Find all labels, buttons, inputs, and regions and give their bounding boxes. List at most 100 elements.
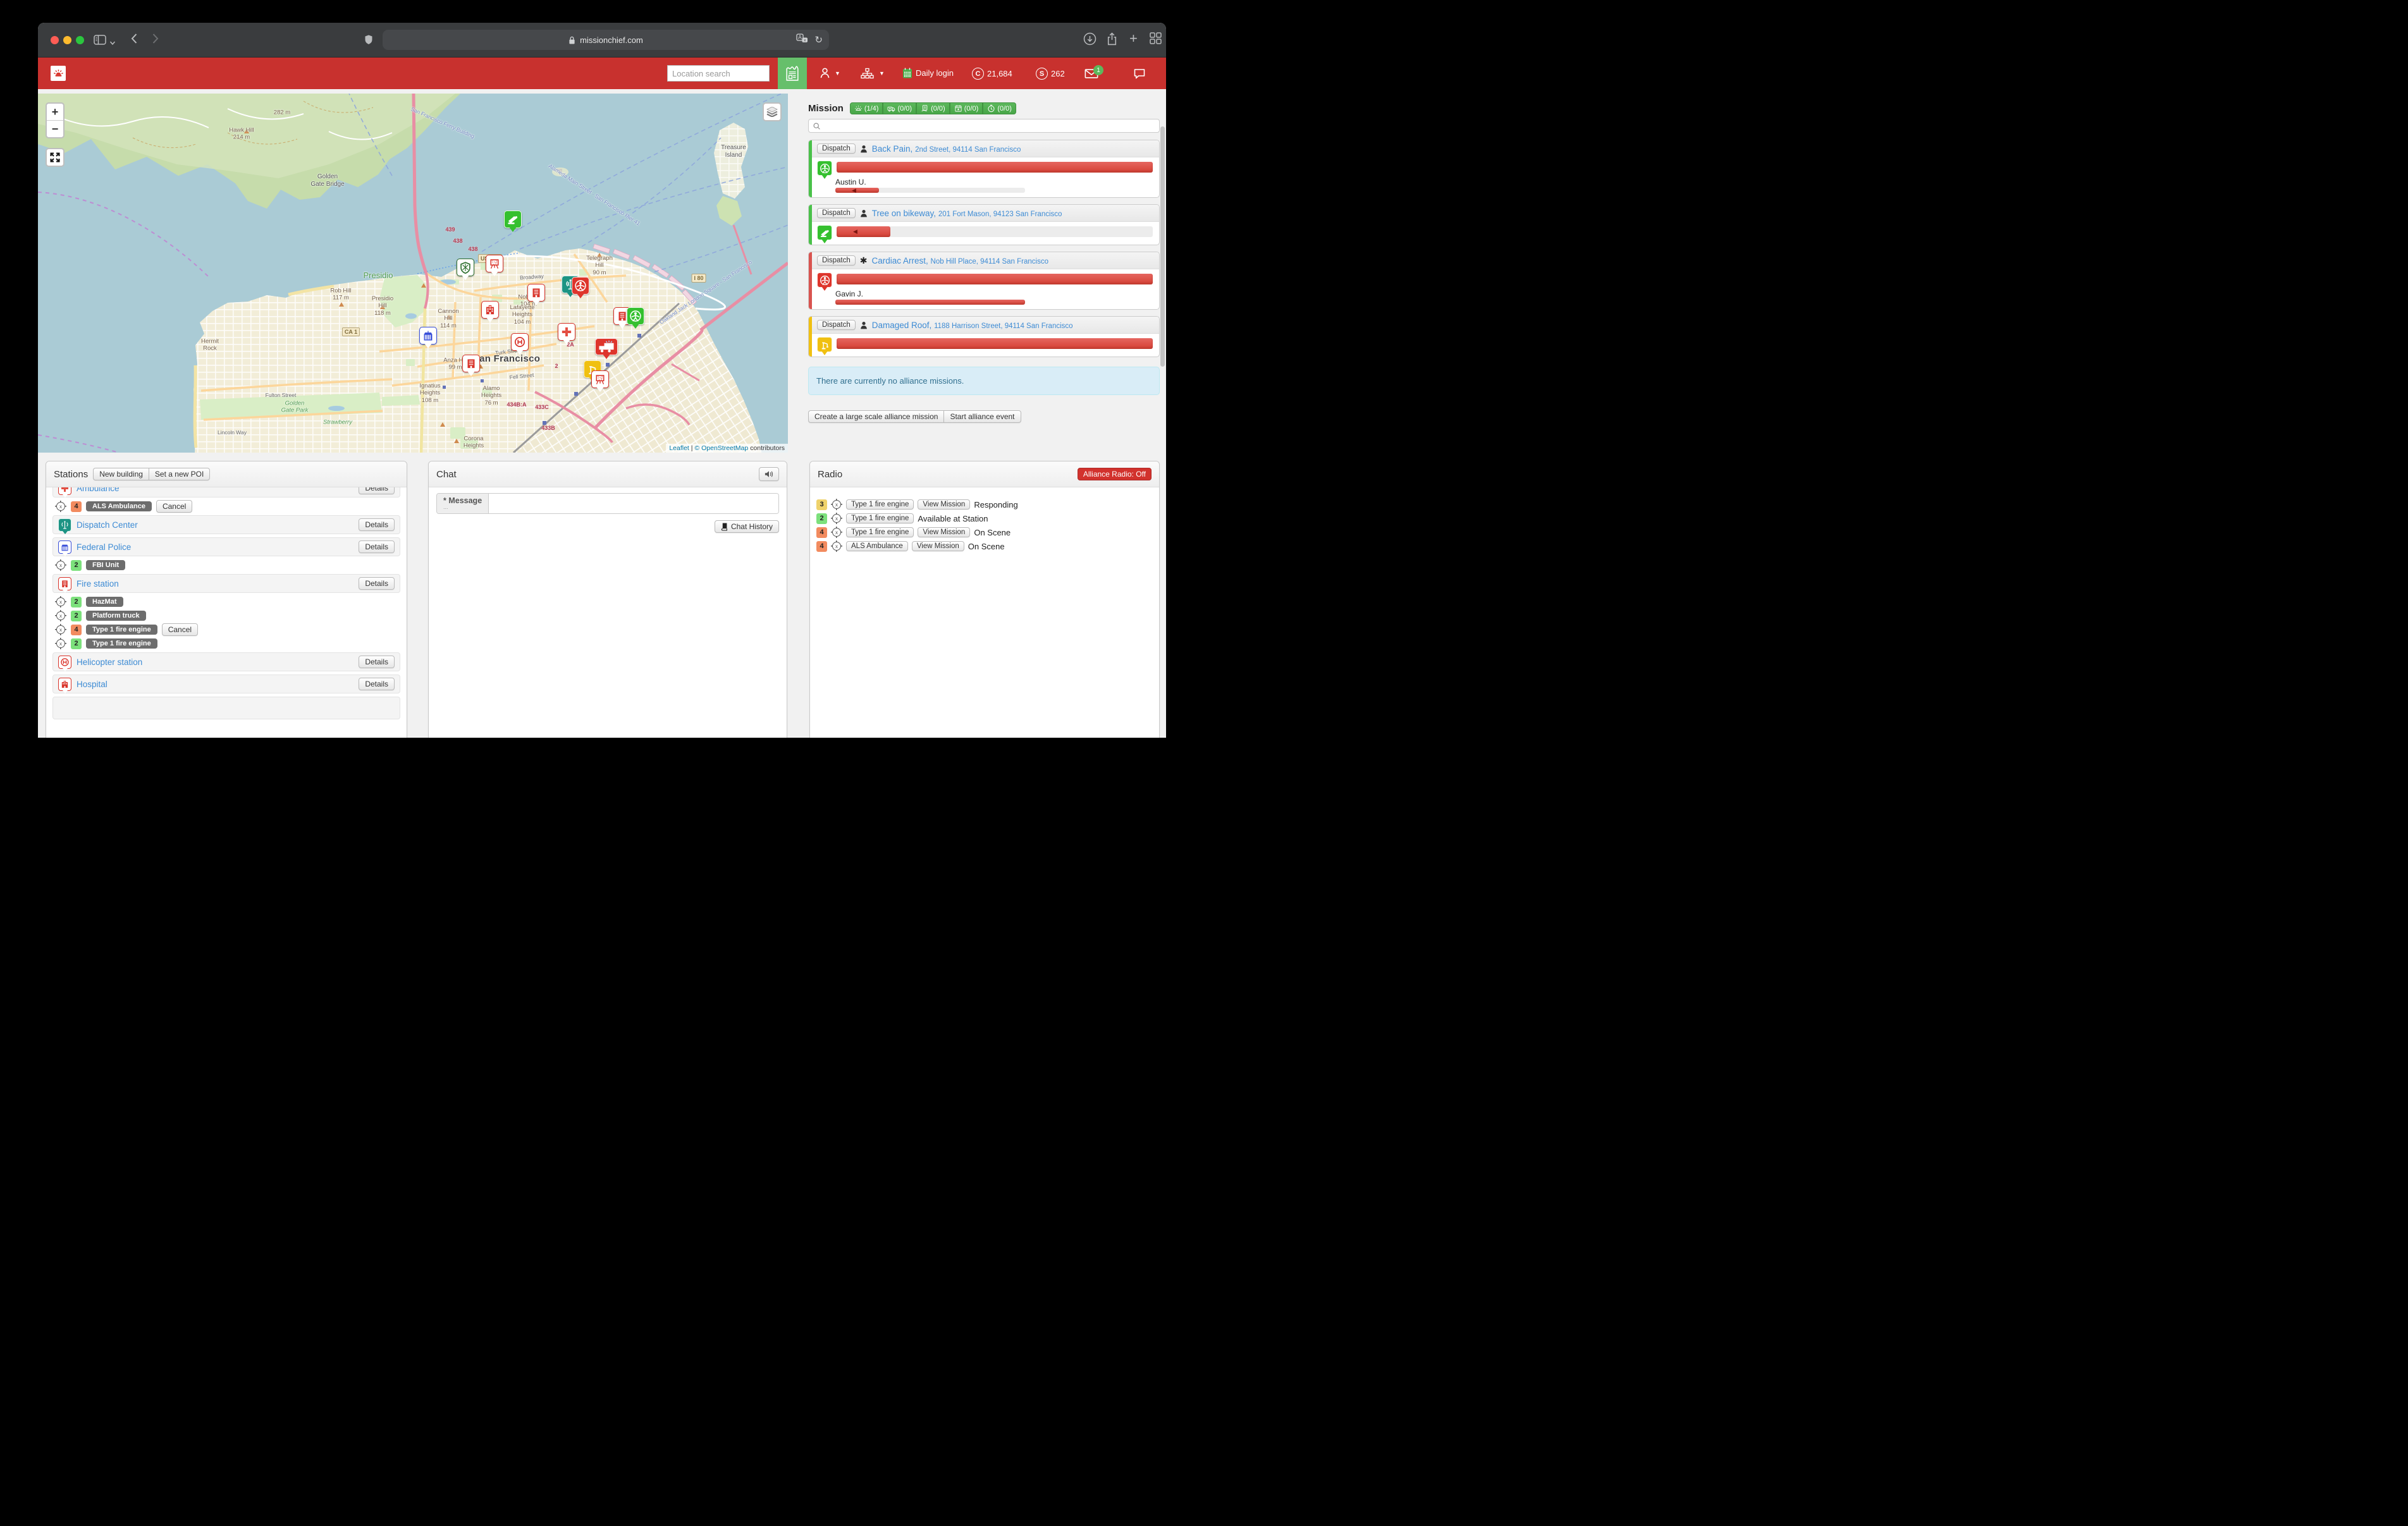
- zoom-window-button[interactable]: [76, 36, 84, 44]
- locate-icon[interactable]: x: [55, 596, 66, 607]
- safety-center-pin[interactable]: [457, 259, 474, 276]
- chat-toggle-icon[interactable]: [1133, 68, 1146, 80]
- details-button[interactable]: Details: [359, 678, 395, 690]
- zoom-in-button[interactable]: +: [47, 104, 63, 120]
- cardiac-arrest-mission-pin[interactable]: [572, 277, 589, 295]
- forward-icon[interactable]: [152, 32, 159, 48]
- alliance-radio-toggle[interactable]: Alliance Radio: Off: [1078, 468, 1152, 480]
- vehicle-pill[interactable]: FBI Unit: [86, 560, 125, 570]
- school-pin[interactable]: 1+2=3: [591, 370, 609, 388]
- filter-emergency-button[interactable]: (1/4): [850, 102, 883, 114]
- funds-item[interactable]: S 262: [1036, 68, 1065, 80]
- address-bar[interactable]: missionchief.com Ax ↻: [383, 30, 829, 50]
- back-icon[interactable]: [130, 32, 138, 48]
- close-window-button[interactable]: [51, 36, 59, 44]
- locate-icon[interactable]: x: [831, 540, 842, 552]
- sidebar-chevron-icon[interactable]: [109, 37, 116, 49]
- mission-card-back-pain[interactable]: Dispatch Back Pain, 2nd Street, 94114 Sa…: [808, 140, 1160, 198]
- station-row-federal-police[interactable]: Federal Police Details: [52, 537, 400, 556]
- layers-icon[interactable]: [764, 104, 780, 120]
- vehicle-button[interactable]: ALS Ambulance: [846, 541, 908, 551]
- station-row-hospital[interactable]: Hospital Details: [52, 674, 400, 693]
- privacy-shield-icon[interactable]: [364, 34, 373, 48]
- vehicle-button[interactable]: Type 1 fire engine: [846, 527, 914, 537]
- locate-icon[interactable]: x: [55, 638, 66, 649]
- dispatch-button[interactable]: Dispatch: [817, 320, 856, 330]
- details-button[interactable]: Details: [359, 518, 395, 531]
- details-button[interactable]: Details: [359, 487, 395, 494]
- dispatch-button[interactable]: Dispatch: [817, 143, 856, 154]
- responding-vehicle-pin[interactable]: [595, 338, 618, 355]
- locate-icon[interactable]: x: [831, 513, 842, 524]
- view-mission-button[interactable]: View M​ission: [918, 527, 970, 537]
- osm-link[interactable]: © OpenStreetMap: [694, 444, 748, 452]
- school-pin[interactable]: 1+2=3: [486, 255, 503, 272]
- fullscreen-icon[interactable]: [47, 149, 63, 166]
- station-row-dispatch-center[interactable]: Dispatch Center Details: [52, 515, 400, 534]
- vehicle-button[interactable]: Type 1 fire engine: [846, 499, 914, 510]
- mission-report-button[interactable]: [778, 58, 807, 89]
- vehicle-button[interactable]: Type 1 fire engine: [846, 513, 914, 523]
- vehicle-pill[interactable]: HazMat: [86, 597, 123, 607]
- station-row-ambulance[interactable]: Ambulance Details: [52, 487, 400, 497]
- hospital-pin[interactable]: [481, 301, 499, 319]
- mission-link[interactable]: Cardiac Arrest, Nob Hill Place, 94114 Sa…: [871, 256, 1048, 266]
- mission-link[interactable]: Damaged Roof, 1188 Harrison Street, 9411…: [872, 320, 1073, 330]
- mission-link[interactable]: Back Pain, 2nd Street, 94114 San Francis…: [872, 144, 1021, 154]
- details-button[interactable]: Details: [359, 656, 395, 668]
- locate-icon[interactable]: x: [55, 610, 66, 621]
- minimize-window-button[interactable]: [63, 36, 71, 44]
- downloads-icon[interactable]: [1083, 32, 1096, 49]
- view-mission-button[interactable]: View M​ission: [918, 499, 970, 510]
- start-alliance-event-button[interactable]: Start alliance event: [943, 410, 1021, 423]
- fire-station-pin[interactable]: [527, 284, 545, 302]
- locate-icon[interactable]: x: [55, 624, 66, 635]
- mission-link[interactable]: Tree on bikeway, 201 Fort Mason, 94123 S…: [872, 209, 1062, 218]
- view-mission-button[interactable]: View M​ission: [912, 541, 964, 551]
- new-building-button[interactable]: New building: [93, 468, 149, 480]
- coins-item[interactable]: C 21,684: [972, 68, 1012, 80]
- station-building-pin[interactable]: [462, 355, 480, 372]
- mission-card-cardiac-arrest[interactable]: Dispatch ✱ Cardiac Arrest, Nob Hill Plac…: [808, 252, 1160, 310]
- cancel-button[interactable]: Cancel: [162, 623, 198, 636]
- profile-menu[interactable]: ▼: [820, 67, 840, 79]
- dispatch-button[interactable]: Dispatch: [817, 208, 856, 218]
- chat-sound-button[interactable]: [759, 467, 779, 481]
- back-pain-mission-pin[interactable]: [627, 307, 644, 325]
- filter-red-missions-button[interactable]: (0/0): [983, 102, 1016, 114]
- mission-card-damaged-roof[interactable]: Dispatch Damaged Roof, 1188 Harrison Str…: [808, 316, 1160, 357]
- vehicle-pill[interactable]: Type 1 fire engine: [86, 638, 157, 649]
- chat-history-button[interactable]: Chat History: [715, 520, 779, 533]
- details-button[interactable]: Details: [359, 540, 395, 553]
- tree-on-bikeway-mission-pin[interactable]: [504, 211, 522, 228]
- share-icon[interactable]: [1107, 32, 1117, 49]
- station-row-helicopter-station[interactable]: Helicopter station Details: [52, 652, 400, 671]
- reload-icon[interactable]: ↻: [814, 34, 823, 46]
- filter-event-button[interactable]: (0/0): [950, 102, 983, 114]
- locate-icon[interactable]: x: [831, 499, 842, 510]
- station-link[interactable]: Federal Police: [77, 542, 131, 552]
- zoom-out-button[interactable]: −: [47, 121, 63, 137]
- vehicle-pill[interactable]: Platform truck: [86, 611, 146, 621]
- locate-icon[interactable]: x: [55, 501, 66, 512]
- location-search-input[interactable]: [667, 65, 770, 82]
- station-link[interactable]: Hospital: [77, 680, 108, 689]
- station-row-fire-station[interactable]: Fire station Details: [52, 574, 400, 593]
- vehicle-pill[interactable]: Type 1 fire engine: [86, 625, 157, 635]
- messages-item[interactable]: 1: [1084, 69, 1098, 78]
- ambulance-station-pin[interactable]: [558, 323, 575, 341]
- mission-search-input[interactable]: [824, 121, 1155, 131]
- translate-icon[interactable]: Ax: [796, 34, 808, 46]
- federal-police-pin[interactable]: [419, 327, 437, 345]
- missionchief-logo[interactable]: [51, 66, 66, 81]
- leaflet-link[interactable]: Leaflet: [669, 444, 689, 452]
- filter-patient-transport-button[interactable]: (0/0): [916, 102, 950, 114]
- cancel-button[interactable]: Cancel: [156, 500, 192, 513]
- filter-transport-button[interactable]: (0/0): [883, 102, 916, 114]
- dispatch-button[interactable]: Dispatch: [817, 255, 856, 266]
- details-button[interactable]: Details: [359, 577, 395, 590]
- helicopter-station-pin[interactable]: [511, 333, 529, 351]
- station-link[interactable]: Ambulance: [77, 487, 120, 493]
- page-scrollbar[interactable]: [1160, 126, 1165, 367]
- set-poi-button[interactable]: Set a new POI: [149, 468, 210, 480]
